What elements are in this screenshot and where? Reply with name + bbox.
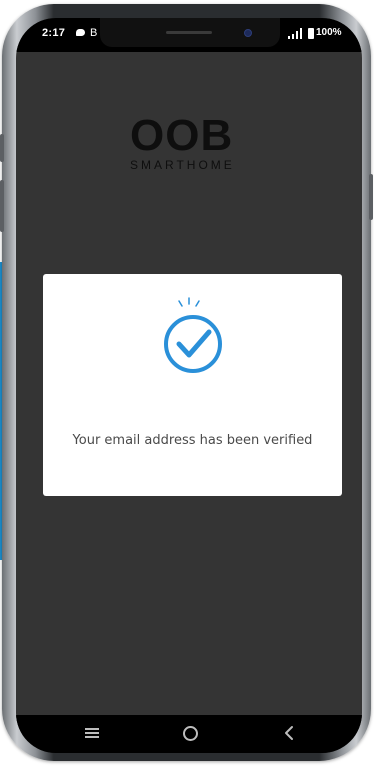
verification-dialog: Your email address has been verified [43, 274, 342, 496]
dialog-message: Your email address has been verified [72, 433, 313, 448]
phone-screen: 2:17 B 100% OOB SMARTHOME Your email add… [16, 18, 362, 753]
app-logo: OOB SMARTHOME [118, 114, 268, 178]
volume-button [0, 180, 4, 232]
camera-notch [100, 18, 280, 47]
battery-icon [308, 28, 314, 39]
logo-subtitle: SMARTHOME [130, 158, 235, 172]
signal-icon [288, 28, 304, 39]
speaker-grille [166, 31, 212, 34]
status-battery-percent: 100% [316, 27, 342, 38]
logo-wordmark: OOB [130, 111, 234, 160]
power-button [0, 134, 4, 162]
status-bar: 2:17 B 100% [16, 18, 362, 52]
status-notification-letter: B [90, 27, 98, 39]
recents-icon[interactable] [85, 728, 99, 738]
navigation-bar [16, 715, 362, 753]
status-time: 2:17 [42, 27, 66, 39]
home-icon[interactable] [183, 726, 198, 741]
back-icon[interactable] [282, 725, 296, 741]
message-icon [76, 29, 85, 36]
phone-frame: 2:17 B 100% OOB SMARTHOME Your email add… [0, 4, 373, 761]
front-camera [244, 29, 252, 37]
side-key-right [369, 174, 373, 220]
checkmark-circle-icon [164, 297, 222, 373]
